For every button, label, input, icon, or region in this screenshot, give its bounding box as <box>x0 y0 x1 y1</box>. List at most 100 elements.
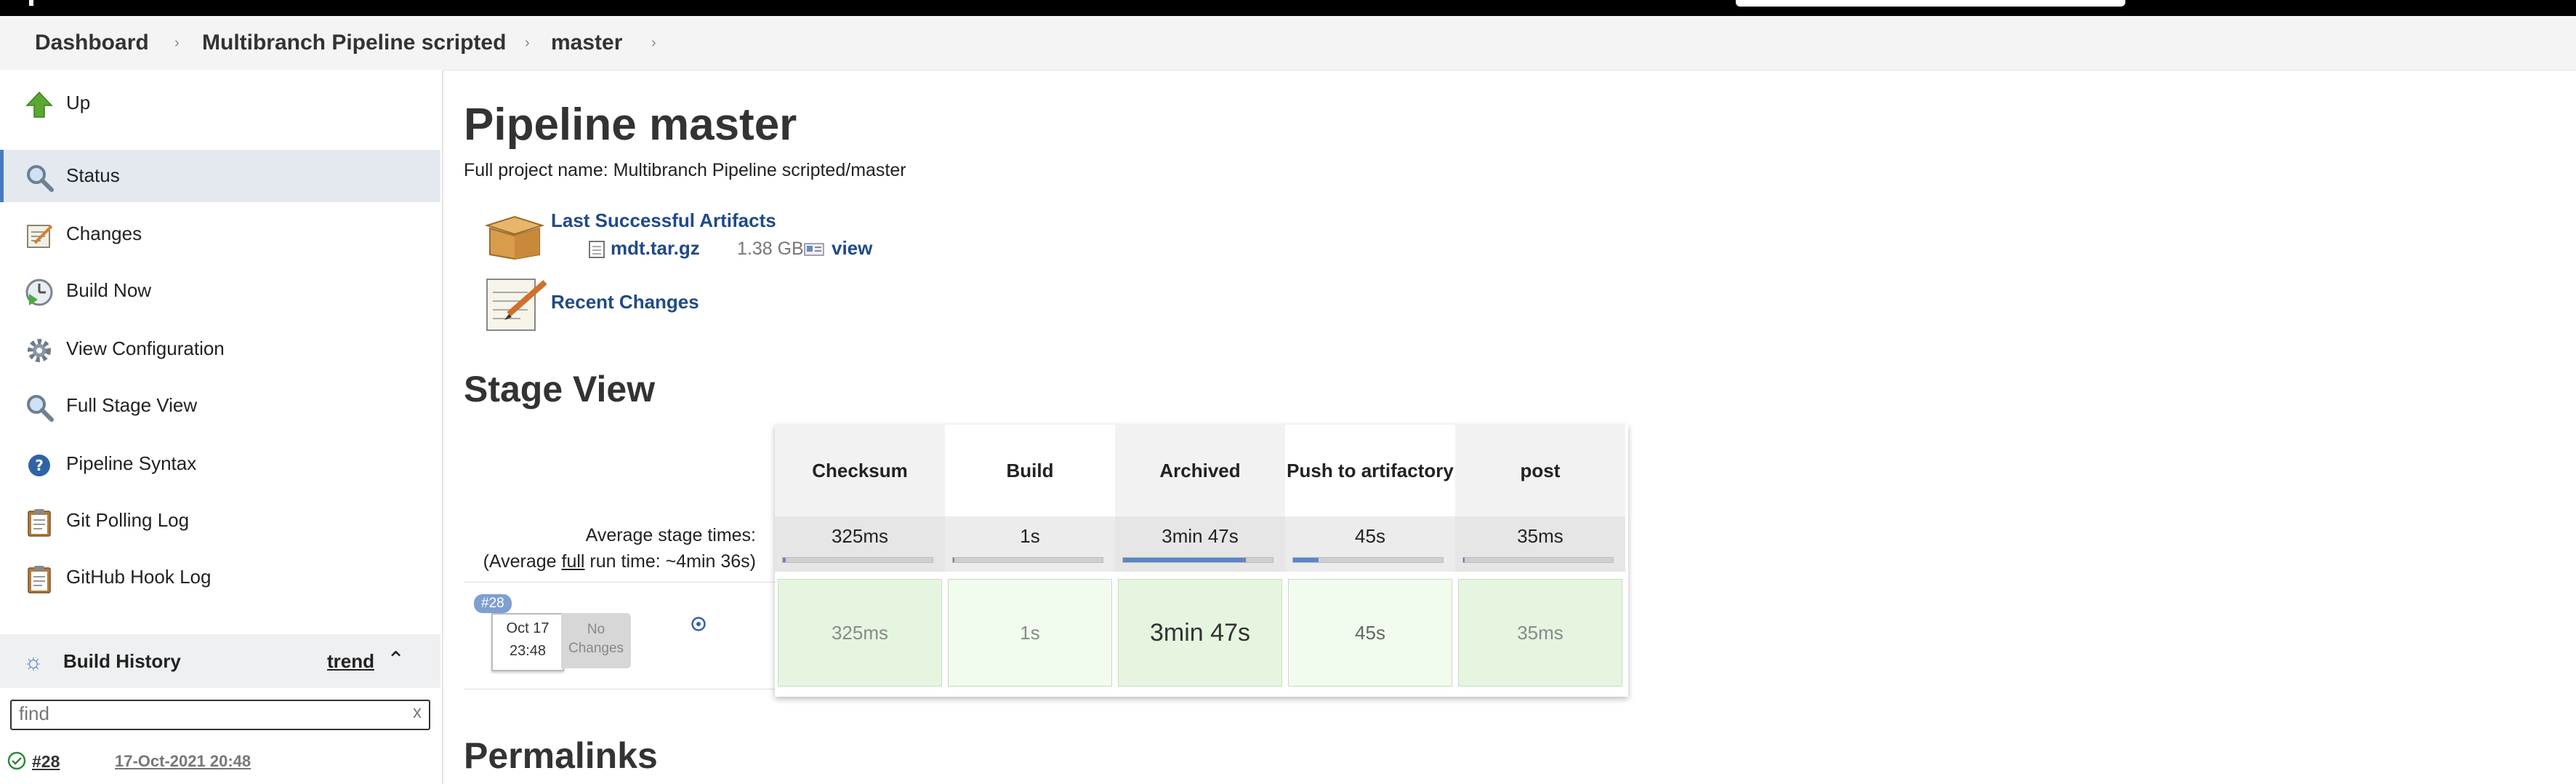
sidebar-item-label: Up <box>66 92 91 113</box>
chevron-up-icon[interactable]: ⌃ <box>387 647 405 673</box>
stage-cell[interactable]: 45s <box>1288 579 1452 687</box>
breadcrumb-separator-icon[interactable]: › <box>174 35 180 52</box>
avg-full-link[interactable]: full <box>562 551 585 572</box>
sidebar-item-changes[interactable]: Changes <box>0 208 440 260</box>
fingerprint-icon[interactable] <box>804 241 824 257</box>
stage-progress-fill <box>1123 558 1246 562</box>
sidebar-item-build-now[interactable]: Build Now <box>0 265 440 317</box>
build-date: Oct 17 <box>506 620 550 636</box>
clock-play-icon <box>25 279 53 306</box>
sidebar-item-github-hook-log[interactable]: GitHub Hook Log <box>0 551 440 604</box>
sidebar-item-view-configuration[interactable]: View Configuration <box>0 323 440 375</box>
average-full-run-time: (Average full run time: ~4min 36s) <box>442 548 756 575</box>
stage-header: Push to artifactory <box>1285 425 1455 516</box>
stage-header: post <box>1455 425 1625 516</box>
stage-cell[interactable]: 325ms <box>778 579 942 687</box>
package-icon <box>484 215 545 260</box>
build-history-filter: x <box>10 700 430 730</box>
sidebar-item-pipeline-syntax[interactable]: ? Pipeline Syntax <box>0 438 440 490</box>
stage-progress-bar <box>1292 557 1444 563</box>
stage-column-post: post 35ms 35ms <box>1455 425 1625 697</box>
breadcrumb-master[interactable]: master <box>551 31 622 55</box>
breadcrumb-multibranch-pipeline[interactable]: Multibranch Pipeline scripted <box>202 31 506 55</box>
sidebar-item-label: Full Stage View <box>66 394 198 416</box>
build-date-box: Oct 17 23:48 <box>491 613 564 671</box>
magnifier-icon <box>27 165 54 192</box>
full-project-name: Full project name: Multibranch Pipeline … <box>464 160 906 180</box>
artifact-view-link[interactable]: view <box>832 237 872 260</box>
build-badge[interactable]: #28 <box>474 594 512 613</box>
build-run-row: #28 Oct 17 23:48 No Changes <box>464 582 775 689</box>
stage-average-time: 35ms <box>1517 525 1563 547</box>
stage-view-table: Checksum 325ms 325ms Build 1s 1s Archive… <box>775 425 1628 697</box>
recent-changes-link[interactable]: Recent Changes <box>551 291 699 313</box>
stage-cell[interactable]: 3min 47s <box>1118 579 1282 687</box>
stage-progress-bar <box>1462 557 1614 563</box>
stage-average-time: 1s <box>1020 525 1040 547</box>
stage-average-time: 3min 47s <box>1162 525 1239 547</box>
stage-column-archived: Archived 3min 47s 3min 47s <box>1115 425 1285 697</box>
clipboard-icon <box>28 509 51 537</box>
trend-link[interactable]: trend <box>327 650 374 673</box>
gear-icon <box>28 339 51 362</box>
stage-average: 45s <box>1285 516 1455 572</box>
stage-progress-bar <box>1122 557 1273 563</box>
artifact-file-link[interactable]: mdt.tar.gz <box>611 237 700 260</box>
magnifier-icon <box>27 395 54 422</box>
sidebar-item-git-polling-log[interactable]: Git Polling Log <box>0 495 440 547</box>
stage-progress-bar <box>782 557 933 563</box>
sidebar-item-full-stage-view[interactable]: Full Stage View <box>0 380 440 432</box>
clipboard-icon <box>28 566 51 593</box>
no-changes-box[interactable]: No Changes <box>561 613 631 668</box>
stage-column-build: Build 1s 1s <box>945 425 1115 697</box>
avg-suffix: run time: ~4min 36s) <box>584 551 756 572</box>
build-history-title: Build History <box>63 650 181 672</box>
avg-prefix: (Average <box>483 551 562 572</box>
stage-cell[interactable]: 35ms <box>1458 579 1622 687</box>
sidebar-item-label: GitHub Hook Log <box>66 566 212 588</box>
global-search-box[interactable] <box>1736 0 2125 7</box>
breadcrumb-dashboard[interactable]: Dashboard <box>35 31 149 55</box>
sidebar-item-label: Git Polling Log <box>66 509 190 531</box>
stage-cell[interactable]: 1s <box>948 579 1112 687</box>
up-arrow-icon <box>25 91 53 118</box>
stage-average: 35ms <box>1455 516 1625 572</box>
sidebar-item-status[interactable]: Status <box>0 150 440 202</box>
sidebar-item-label: Changes <box>66 223 142 244</box>
stage-progress-fill <box>953 558 955 562</box>
file-icon <box>589 241 605 258</box>
sidebar: Up Status Changes Build Now View Configu… <box>0 70 443 784</box>
last-successful-artifacts-link[interactable]: Last Successful Artifacts <box>551 209 776 232</box>
build-time: 23:48 <box>509 643 547 659</box>
clear-filter-icon[interactable]: x <box>413 703 422 723</box>
help-icon: ? <box>28 455 50 476</box>
stage-average-time: 325ms <box>831 525 889 547</box>
build-number-link[interactable]: #28 <box>32 752 60 772</box>
sidebar-item-label: View Configuration <box>66 337 225 359</box>
breadcrumb-separator-icon[interactable]: › <box>651 35 656 52</box>
artifact-size: 1.38 GB <box>737 239 804 259</box>
build-date-link[interactable]: 17-Oct-2021 20:48 <box>115 752 251 771</box>
top-header-bar <box>0 0 2576 16</box>
stage-progress-fill <box>783 558 786 562</box>
find-input[interactable] <box>12 701 404 726</box>
sidebar-item-up[interactable]: Up <box>0 77 440 129</box>
notepad-icon <box>27 225 53 248</box>
logo-fragment <box>29 0 33 6</box>
breadcrumb: Dashboard › Multibranch Pipeline scripte… <box>0 16 2576 71</box>
stage-average: 3min 47s <box>1115 516 1285 572</box>
main-panel: Pipeline master Full project name: Multi… <box>442 70 2576 784</box>
page-title: Pipeline master <box>464 100 797 150</box>
stage-column-checksum: Checksum 325ms 325ms <box>775 425 945 697</box>
stage-header: Archived <box>1115 425 1285 516</box>
stage-header: Build <box>945 425 1115 516</box>
sidebar-item-label: Status <box>66 164 120 186</box>
stage-average: 1s <box>945 516 1115 572</box>
build-history-row: #28 17-Oct-2021 20:48 <box>0 740 440 784</box>
breadcrumb-separator-icon[interactable]: › <box>525 35 530 52</box>
stage-progress-bar <box>952 557 1103 563</box>
build-info-icon[interactable] <box>691 616 707 632</box>
stage-progress-fill <box>1463 558 1465 562</box>
stage-header: Checksum <box>775 425 945 516</box>
success-check-icon <box>7 751 26 770</box>
